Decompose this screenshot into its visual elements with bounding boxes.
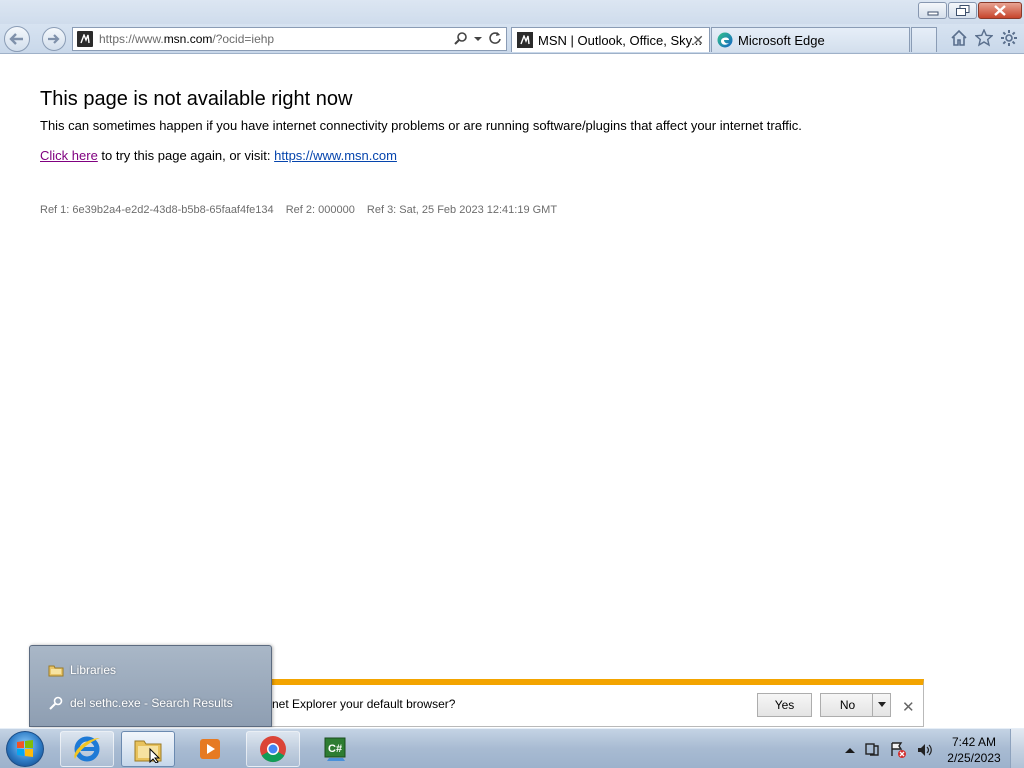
edge-icon [717, 32, 733, 48]
retry-text: to try this page again, or visit: [97, 148, 275, 163]
network-disconnected-icon[interactable] [889, 742, 907, 758]
url-text[interactable]: https://www.msn.com/?ocid=iehp [99, 32, 274, 46]
minimize-icon [927, 11, 938, 15]
default-browser-notification: net Explorer your default browser? Yes N… [258, 679, 924, 727]
csharp-icon: C# [324, 737, 346, 761]
home-icon[interactable] [950, 29, 968, 47]
start-button[interactable] [6, 731, 44, 767]
chevron-down-icon [877, 702, 886, 707]
tab-close-icon[interactable]: ✕ [692, 32, 704, 49]
retry-line: Click here to try this page again, or vi… [40, 148, 397, 163]
jumplist-item-libraries[interactable]: Libraries [48, 663, 116, 677]
restore-button[interactable] [948, 2, 977, 19]
clock-date: 2/25/2023 [947, 751, 1001, 765]
taskbar-chrome[interactable] [246, 731, 300, 767]
svg-text:C#: C# [328, 743, 342, 755]
error-description: This can sometimes happen if you have in… [40, 118, 802, 133]
windows-logo-icon [17, 740, 33, 757]
back-button[interactable] [4, 26, 30, 52]
search-icon[interactable] [454, 31, 468, 45]
window-controls [918, 2, 1022, 19]
forward-button[interactable] [42, 27, 66, 51]
explorer-jump-list: Libraries del sethc.exe - Search Results [29, 645, 272, 727]
yes-button[interactable]: Yes [757, 693, 812, 717]
no-button[interactable]: No [820, 693, 875, 717]
show-hidden-icons-icon[interactable] [845, 746, 855, 754]
error-title: This page is not available right now [40, 88, 353, 110]
tab-label: MSN | Outlook, Office, Sky... [538, 32, 702, 48]
jumplist-item-label: Libraries [70, 663, 117, 677]
media-player-icon [200, 739, 220, 759]
forward-icon [48, 34, 60, 44]
restore-icon [955, 5, 969, 16]
volume-icon[interactable] [916, 742, 932, 758]
taskbar-media-player[interactable] [183, 731, 237, 767]
taskbar-internet-explorer[interactable] [60, 731, 114, 767]
ref-3: Ref 3: Sat, 25 Feb 2023 12:41:19 GMT [366, 204, 558, 216]
clock-time: 7:42 AM [951, 735, 997, 749]
page-content: This page is not available right now Thi… [0, 55, 1024, 727]
window-title-bar [0, 0, 1024, 24]
address-bar[interactable]: https://www.msn.com/?ocid=iehp [72, 27, 507, 51]
tab-msn[interactable]: MSN | Outlook, Office, Sky... ✕ [511, 27, 710, 52]
command-icons [950, 29, 1018, 47]
libraries-folder-icon [48, 665, 64, 677]
ref-1: Ref 1: 6e39b2a4-e2d2-43d8-b5b8-65faaf4fe… [40, 204, 274, 216]
settings-gear-icon[interactable] [1000, 29, 1018, 47]
new-tab-button[interactable] [911, 27, 937, 52]
jumplist-item-label: del sethc.exe - Search Results [70, 696, 233, 710]
error-refs: Ref 1: 6e39b2a4-e2d2-43d8-b5b8-65faaf4fe… [40, 204, 566, 216]
ref-2: Ref 2: 000000 [285, 204, 355, 216]
close-window-button[interactable] [978, 2, 1022, 19]
notification-close-icon[interactable]: ✕ [902, 698, 915, 716]
taskbar-clock[interactable]: 7:42 AM 2/25/2023 [944, 734, 1004, 766]
navigation-bar: https://www.msn.com/?ocid=iehp MSN | Out… [0, 24, 1024, 54]
search-results-icon [49, 696, 63, 710]
click-here-link[interactable]: Click here [40, 148, 98, 163]
tab-microsoft-edge[interactable]: Microsoft Edge [711, 27, 910, 52]
tab-label: Microsoft Edge [738, 32, 825, 48]
taskbar: C# 7:42 AM 2/25/2023 [0, 728, 1024, 768]
msn-link[interactable]: https://www.msn.com [274, 148, 397, 163]
msn-favicon [517, 32, 533, 48]
address-actions [454, 31, 502, 45]
favorites-star-icon[interactable] [975, 29, 993, 47]
msn-site-icon [77, 31, 93, 47]
chrome-icon [260, 736, 286, 763]
system-tray [845, 742, 932, 758]
jumplist-item-search-results[interactable]: del sethc.exe - Search Results [48, 696, 233, 710]
dropdown-icon[interactable] [474, 31, 482, 45]
windows-explorer-icon [134, 740, 162, 763]
minimize-button[interactable] [918, 2, 947, 19]
taskbar-windows-explorer[interactable] [121, 731, 175, 767]
close-icon [994, 5, 1006, 16]
no-options-dropdown[interactable] [872, 693, 891, 717]
notification-text: net Explorer your default browser? [272, 697, 456, 711]
back-icon [9, 33, 23, 45]
refresh-icon[interactable] [488, 31, 502, 45]
internet-explorer-icon [74, 736, 100, 762]
show-desktop-button[interactable] [1010, 729, 1024, 768]
taskbar-csharp-editor[interactable]: C# [308, 731, 362, 767]
action-center-flag-icon[interactable] [864, 742, 880, 758]
